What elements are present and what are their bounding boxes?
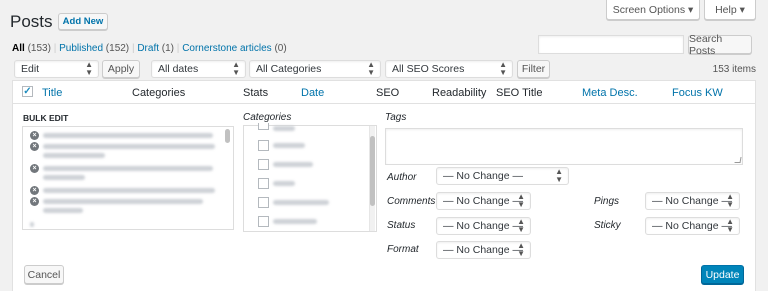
category-checkbox[interactable] <box>258 216 269 227</box>
column-meta-desc[interactable]: Meta Desc. <box>582 87 638 99</box>
category-label <box>273 219 317 224</box>
filter-cornerstone[interactable]: Cornerstone articles (0) <box>182 43 287 54</box>
x-circle-icon[interactable]: × <box>30 131 39 140</box>
select-arrows-icon: ▲ ▼ <box>517 241 525 258</box>
page-title: Posts <box>10 12 53 31</box>
filter-all[interactable]: All (153) <box>12 43 51 54</box>
select-arrows-icon: ▲ ▼ <box>726 192 734 209</box>
format-label: Format <box>387 244 419 255</box>
categories-label: Categories <box>243 112 292 123</box>
tags-label: Tags <box>385 112 407 123</box>
column-seo: SEO <box>376 87 400 99</box>
select-arrows-icon: ▲ ▼ <box>85 60 93 77</box>
column-seo-title: SEO Title <box>496 87 543 99</box>
bulk-titles-scrollbar[interactable] <box>225 129 230 143</box>
bulk-action-select[interactable]: Edit ▲ ▼ <box>14 60 99 78</box>
category-label <box>273 143 305 148</box>
screen-options-button[interactable]: Screen Options ▾ <box>606 0 700 20</box>
bulk-title-4 <box>43 188 215 193</box>
sticky-label: Sticky <box>594 220 621 231</box>
select-arrows-icon: ▲ ▼ <box>517 217 525 234</box>
column-date[interactable]: Date <box>301 87 324 99</box>
category-checkbox[interactable] <box>258 123 269 130</box>
author-label: Author <box>387 172 417 183</box>
categories-scroll-thumb[interactable] <box>370 136 375 206</box>
cancel-button[interactable]: Cancel <box>24 265 64 284</box>
x-circle-icon[interactable]: × <box>30 142 39 151</box>
category-checkbox[interactable] <box>258 159 269 170</box>
category-checkbox[interactable] <box>258 197 269 208</box>
x-circle-icon[interactable]: × <box>30 186 39 195</box>
search-posts-button[interactable]: Search Posts <box>688 33 752 57</box>
column-focus-kw[interactable]: Focus KW <box>672 87 723 99</box>
select-arrows-icon: ▲ ▼ <box>499 60 507 77</box>
select-arrows-icon: ▲ ▼ <box>517 192 525 209</box>
select-arrows-icon: ▲ ▼ <box>555 167 563 184</box>
select-arrows-icon: ▲ ▼ <box>726 217 734 234</box>
update-button[interactable]: Update <box>701 265 744 284</box>
column-stats: Stats <box>243 87 269 99</box>
search-input[interactable] <box>538 35 684 54</box>
bulk-title-5b <box>43 208 83 213</box>
format-select[interactable]: — No Change — ▲ ▼ <box>436 241 531 259</box>
comments-select[interactable]: — No Change — ▲ ▼ <box>436 192 531 210</box>
select-all-checkbox[interactable]: ✓ <box>22 86 33 97</box>
bulk-title-1 <box>43 133 213 138</box>
status-select[interactable]: — No Change — ▲ ▼ <box>436 217 531 235</box>
sticky-select[interactable]: — No Change — ▲ ▼ <box>645 217 740 235</box>
bulk-title-5 <box>43 199 203 204</box>
x-circle-icon[interactable]: × <box>30 164 39 173</box>
apply-button[interactable]: Apply <box>102 60 140 78</box>
category-label <box>273 200 329 205</box>
status-label: Status <box>387 220 416 231</box>
help-button[interactable]: Help ▾ <box>704 0 756 20</box>
bulk-title-3 <box>43 166 213 171</box>
bulk-title-2b <box>43 153 105 158</box>
filter-published[interactable]: Published (152) <box>59 43 129 54</box>
seo-scores-select[interactable]: All SEO Scores ▲ ▼ <box>385 60 513 78</box>
category-label <box>273 162 313 167</box>
select-arrows-icon: ▲ ▼ <box>367 60 375 77</box>
column-categories: Categories <box>132 87 186 99</box>
add-new-button[interactable]: Add New <box>58 13 108 30</box>
bulk-title-3b <box>43 175 85 180</box>
category-label <box>273 126 295 131</box>
author-select[interactable]: — No Change — ▲ ▼ <box>436 167 569 185</box>
category-checkbox[interactable] <box>258 178 269 189</box>
comments-label: Comments <box>387 196 436 207</box>
column-readability: Readability <box>432 87 487 99</box>
bulk-edit-heading: BULK EDIT <box>23 113 69 123</box>
tags-textarea[interactable] <box>385 128 743 165</box>
filter-button[interactable]: Filter <box>517 60 550 78</box>
select-arrows-icon: ▲ ▼ <box>232 60 240 77</box>
column-title[interactable]: Title <box>42 87 62 99</box>
items-count: 153 items <box>712 64 756 75</box>
filter-draft[interactable]: Draft (1) <box>137 43 174 54</box>
category-label <box>273 181 295 186</box>
resize-handle-icon[interactable] <box>734 157 742 163</box>
pings-label: Pings <box>594 196 620 207</box>
x-circle-icon[interactable]: × <box>30 197 39 206</box>
dates-select[interactable]: All dates ▲ ▼ <box>151 60 246 78</box>
categories-select[interactable]: All Categories ▲ ▼ <box>249 60 381 78</box>
bulk-title-6 <box>30 222 34 227</box>
pings-select[interactable]: — No Change — ▲ ▼ <box>645 192 740 210</box>
bulk-title-2 <box>43 144 215 149</box>
category-checkbox[interactable] <box>258 140 269 151</box>
status-filter-links: All (153) | Published (152) | Draft (1) … <box>12 43 287 54</box>
